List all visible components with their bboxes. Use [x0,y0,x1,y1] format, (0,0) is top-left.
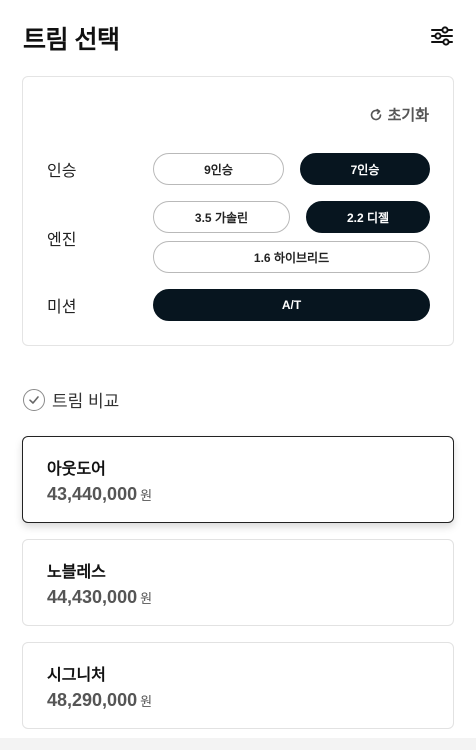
price-unit: 원 [140,488,153,503]
header: 트림 선택 [0,0,476,76]
trim-price: 44,430,000 원 [47,587,152,608]
trim-card-signature[interactable]: 시그니처 48,290,000 원 [22,642,454,729]
page-title: 트림 선택 [23,26,120,54]
trim-card-outdoor[interactable]: 아웃도어 43,440,000 원 [22,436,454,523]
chip-2-2-diesel[interactable]: 2.2 디젤 [306,201,430,233]
chip-3-5-gasoline[interactable]: 3.5 가솔린 [153,201,290,233]
chip-7-seats[interactable]: 7인승 [300,153,430,185]
engine-label: 엔진 [47,232,77,249]
refresh-icon [370,108,381,120]
trim-price: 43,440,000 원 [47,484,152,505]
price-unit: 원 [140,591,153,606]
price-value: 43,440,000 [47,484,138,504]
trim-name: 노블레스 [47,564,106,581]
reset-label: 초기화 [387,107,429,124]
price-unit: 원 [140,694,153,709]
trim-name: 시그니처 [47,667,106,684]
chip-1-6-hybrid[interactable]: 1.6 하이브리드 [153,241,430,273]
bottom-divider [0,738,476,750]
price-value: 44,430,000 [47,587,138,607]
transmission-label: 미션 [47,299,77,316]
trim-option-panel: 초기화 인승 9인승 7인승 엔진 3.5 가솔린 2.2 디젤 1.6 하이브… [22,76,454,346]
chip-9-seats[interactable]: 9인승 [153,153,284,185]
filter-button[interactable] [428,22,456,50]
trim-price: 48,290,000 원 [47,690,152,711]
check-circle-icon [23,388,45,411]
trim-compare-toggle[interactable]: 트림 비교 [23,387,119,412]
seats-label: 인승 [47,163,77,180]
price-value: 48,290,000 [47,690,138,710]
sliders-icon [431,26,453,46]
chip-at[interactable]: A/T [153,289,430,321]
trim-name: 아웃도어 [47,461,106,478]
reset-button[interactable]: 초기화 [369,104,429,125]
trim-card-noblesse[interactable]: 노블레스 44,430,000 원 [22,539,454,626]
trim-compare-label: 트림 비교 [52,392,120,411]
